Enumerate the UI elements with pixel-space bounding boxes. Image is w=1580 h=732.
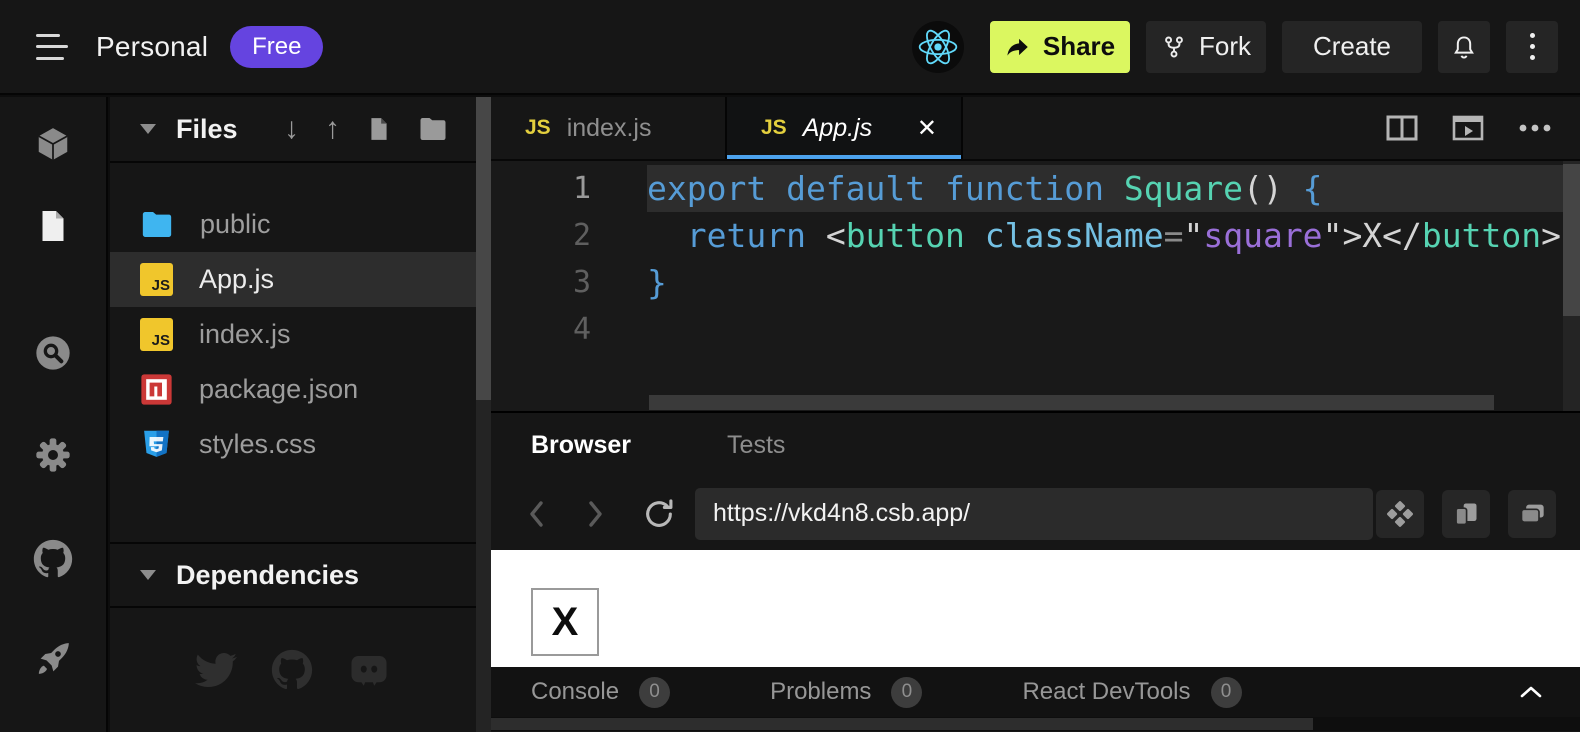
workspace-title[interactable]: Personal xyxy=(96,31,208,63)
line-number: 4 xyxy=(491,306,647,353)
close-tab-icon[interactable]: ✕ xyxy=(917,114,937,143)
files-panel: Files ↓ ↑ public JS App.js J xyxy=(110,97,476,732)
github-icon[interactable] xyxy=(271,649,313,691)
file-row-stylescss[interactable]: styles.css xyxy=(110,417,476,472)
top-header: Personal Free Share xyxy=(0,0,1580,95)
code-line: 3 } xyxy=(491,259,1580,306)
ellipsis-icon[interactable] xyxy=(1518,123,1552,133)
codesandbox-app: Personal Free Share xyxy=(0,0,1580,732)
kebab-menu-icon xyxy=(1530,33,1535,60)
sandbox-cube-icon[interactable] xyxy=(34,125,72,168)
bottom-hscrollbar[interactable] xyxy=(491,717,1580,731)
share-arrow-icon xyxy=(1005,34,1031,60)
app-preview: X xyxy=(491,550,1580,667)
bell-icon xyxy=(1450,33,1478,61)
fork-icon xyxy=(1161,34,1187,60)
devtools-bar: Console 0 Problems 0 React DevTools 0 xyxy=(491,667,1580,717)
download-icon[interactable]: ↓ xyxy=(284,114,299,144)
tab-tests[interactable]: Tests xyxy=(727,431,785,460)
browser-panel: Browser Tests https://vkd4n8.csb.app/ xyxy=(491,411,1580,732)
css-file-icon xyxy=(140,428,173,461)
count-badge: 0 xyxy=(639,677,670,708)
problems-tab[interactable]: Problems 0 xyxy=(770,677,922,708)
create-button[interactable]: Create xyxy=(1282,21,1422,73)
npm-file-icon xyxy=(140,373,173,406)
js-file-icon: JS xyxy=(140,263,173,296)
editor-tab-bar: JS index.js JS App.js ✕ xyxy=(491,97,1580,161)
scrollbar-thumb[interactable] xyxy=(476,97,491,400)
file-list: public JS App.js JS index.js package.jso… xyxy=(110,163,476,542)
scrollbar-thumb[interactable] xyxy=(1563,164,1580,316)
line-number: 2 xyxy=(491,212,647,259)
js-badge: JS xyxy=(761,116,787,140)
activity-rail xyxy=(0,97,108,732)
code-line: 2 return <button className="square">X</b… xyxy=(491,212,1580,259)
folder-icon xyxy=(140,210,174,239)
chevron-down-icon[interactable] xyxy=(140,124,156,134)
notifications-button[interactable] xyxy=(1438,21,1490,73)
react-logo xyxy=(912,21,964,73)
line-number: 3 xyxy=(491,259,647,306)
code-editor[interactable]: 1 export default function Square() { 2 r… xyxy=(491,161,1580,411)
code-line: 4 xyxy=(491,306,1580,353)
tab-indexjs[interactable]: JS index.js xyxy=(491,97,727,159)
editor-vscrollbar[interactable] xyxy=(1563,161,1580,411)
files-section-header[interactable]: Files ↓ ↑ xyxy=(110,97,476,163)
count-badge: 0 xyxy=(1211,677,1242,708)
main-area: JS index.js JS App.js ✕ xyxy=(491,97,1580,732)
line-number: 1 xyxy=(491,165,647,212)
responsive-preview-button[interactable] xyxy=(1376,490,1424,538)
twitter-icon[interactable] xyxy=(195,649,237,691)
github-icon[interactable] xyxy=(33,539,73,584)
file-row-packagejson[interactable]: package.json xyxy=(110,362,476,417)
file-explorer-icon[interactable] xyxy=(35,207,71,250)
upload-icon[interactable]: ↑ xyxy=(325,114,340,144)
tab-appjs[interactable]: JS App.js ✕ xyxy=(727,97,963,159)
js-badge: JS xyxy=(525,116,551,140)
preview-toggle-icon[interactable] xyxy=(1452,114,1484,142)
social-links xyxy=(110,608,476,732)
split-view-icon[interactable] xyxy=(1386,114,1418,142)
chevron-down-icon[interactable] xyxy=(140,570,156,580)
code-line: 1 export default function Square() { xyxy=(491,165,1580,212)
file-row-indexjs[interactable]: JS index.js xyxy=(110,307,476,362)
files-section-title: Files xyxy=(176,114,238,145)
fork-button[interactable]: Fork xyxy=(1146,21,1266,73)
react-devtools-tab[interactable]: React DevTools 0 xyxy=(1022,677,1241,708)
tab-browser[interactable]: Browser xyxy=(531,431,631,460)
browser-toolbar: https://vkd4n8.csb.app/ xyxy=(491,477,1580,550)
js-file-icon: JS xyxy=(140,318,173,351)
settings-gear-icon[interactable] xyxy=(33,435,73,480)
new-file-icon[interactable] xyxy=(366,115,392,143)
count-badge: 0 xyxy=(891,677,922,708)
share-button[interactable]: Share xyxy=(990,21,1130,73)
expand-devtools-icon[interactable] xyxy=(1518,684,1544,700)
menu-icon[interactable] xyxy=(36,34,70,60)
plan-badge[interactable]: Free xyxy=(230,26,323,68)
square-button[interactable]: X xyxy=(531,588,599,656)
discord-icon[interactable] xyxy=(347,649,391,691)
url-input[interactable]: https://vkd4n8.csb.app/ xyxy=(695,488,1373,540)
back-icon[interactable] xyxy=(515,497,559,531)
new-folder-icon[interactable] xyxy=(418,116,448,142)
more-options-button[interactable] xyxy=(1506,21,1558,73)
browser-tabs: Browser Tests xyxy=(491,413,1580,477)
dependencies-section-header[interactable]: Dependencies xyxy=(110,544,476,606)
file-row-appjs[interactable]: JS App.js xyxy=(110,252,476,307)
file-row-public[interactable]: public xyxy=(110,197,476,252)
open-in-new-window-button[interactable] xyxy=(1442,490,1490,538)
deploy-rocket-icon[interactable] xyxy=(33,639,73,684)
editor-hscrollbar-thumb[interactable] xyxy=(649,395,1494,410)
duplicate-preview-button[interactable] xyxy=(1508,490,1556,538)
console-tab[interactable]: Console 0 xyxy=(531,677,670,708)
search-icon[interactable] xyxy=(33,333,73,378)
scrollbar-thumb[interactable] xyxy=(491,718,1313,730)
refresh-icon[interactable] xyxy=(637,497,681,531)
files-panel-scrollbar[interactable] xyxy=(476,97,491,732)
forward-icon[interactable] xyxy=(573,497,617,531)
